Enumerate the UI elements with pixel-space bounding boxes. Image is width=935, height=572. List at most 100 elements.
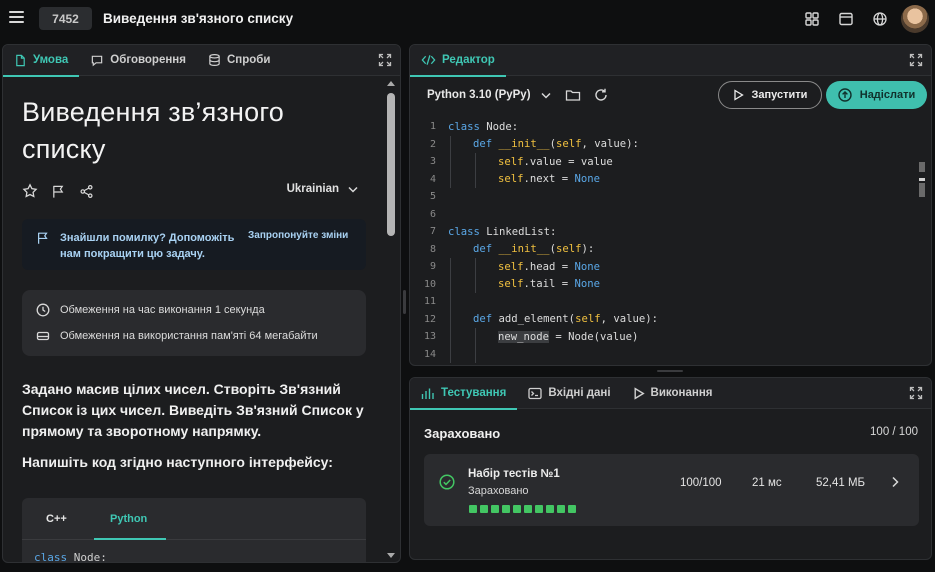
reset-icon[interactable] bbox=[593, 87, 609, 103]
submit-button-label: Надіслати bbox=[859, 89, 916, 101]
code-text: self.value = value bbox=[498, 155, 613, 168]
check-circle-icon bbox=[439, 474, 455, 490]
test-case-indicators bbox=[469, 505, 576, 513]
flag-icon[interactable] bbox=[51, 184, 66, 199]
globe-icon[interactable] bbox=[863, 4, 897, 34]
test-case-passed bbox=[535, 505, 543, 513]
interface-code-box: C++ Python class Node: bbox=[22, 498, 366, 562]
tab-statement[interactable]: Умова bbox=[3, 45, 80, 77]
code-line[interactable]: 13 new_node = Node(value) bbox=[410, 328, 638, 346]
line-number: 14 bbox=[423, 348, 436, 360]
menu-icon[interactable] bbox=[9, 11, 24, 25]
scroll-up-icon[interactable] bbox=[387, 81, 395, 86]
code-text: self.tail = None bbox=[498, 278, 601, 291]
memory-limit-text: Обмеження на використання пам'яті 64 мег… bbox=[60, 330, 318, 342]
user-avatar[interactable] bbox=[901, 5, 929, 33]
line-number: 8 bbox=[429, 243, 436, 255]
tab-execution-label: Виконання bbox=[650, 387, 713, 399]
code-text: def __init__(self, value): bbox=[473, 138, 639, 151]
language-select[interactable]: Ukrainian bbox=[287, 183, 358, 195]
tab-testing[interactable]: Тестування bbox=[410, 378, 518, 410]
test-case-passed bbox=[524, 505, 532, 513]
tab-attempts[interactable]: Спроби bbox=[197, 45, 281, 76]
grid-icon[interactable] bbox=[795, 4, 829, 34]
editor-panel: Редактор Python 3.10 (PyPy) Запустити На… bbox=[409, 44, 932, 366]
code-class-name: Node: bbox=[73, 551, 107, 562]
code-line[interactable]: 7 class LinkedList: bbox=[410, 223, 556, 241]
line-number: 3 bbox=[429, 156, 436, 168]
active-tab-indicator bbox=[94, 538, 166, 540]
code-tab-python[interactable]: Python bbox=[110, 513, 147, 525]
code-line[interactable]: 6 bbox=[410, 206, 448, 224]
expand-icon[interactable] bbox=[909, 386, 923, 400]
play-icon bbox=[634, 386, 645, 400]
doc-icon bbox=[16, 54, 25, 66]
code-line[interactable]: 11 bbox=[410, 293, 448, 311]
test-suite-card[interactable]: Набір тестів №1 Зараховано 100/100 21 мс… bbox=[424, 454, 919, 526]
code-text: class LinkedList: bbox=[448, 225, 557, 238]
horizontal-splitter[interactable] bbox=[657, 370, 683, 372]
code-line[interactable]: 10 self.tail = None bbox=[410, 276, 600, 294]
problem-scrollbar[interactable] bbox=[386, 81, 396, 558]
problem-description: Задано масив цілих чисел. Створіть Зв'яз… bbox=[22, 381, 364, 439]
code-line[interactable]: 5 bbox=[410, 188, 448, 206]
folder-icon[interactable] bbox=[565, 87, 581, 103]
top-icons bbox=[795, 4, 929, 34]
star-icon[interactable] bbox=[22, 183, 38, 199]
indent-guide bbox=[475, 153, 476, 188]
code-line[interactable]: 1 class Node: bbox=[410, 118, 518, 136]
line-number: 4 bbox=[429, 173, 436, 185]
code-line[interactable]: 3 self.value = value bbox=[410, 153, 613, 171]
code-tab-cpp[interactable]: C++ bbox=[46, 513, 67, 525]
task-id-badge: 7452 bbox=[39, 7, 92, 30]
code-line[interactable]: 12 def add_element(self, value): bbox=[410, 311, 658, 329]
tab-discussion[interactable]: Обговорення bbox=[79, 45, 197, 76]
code-line[interactable]: 14 bbox=[410, 346, 448, 364]
scroll-marker bbox=[919, 162, 925, 172]
chart-icon bbox=[421, 388, 434, 399]
chat-icon bbox=[92, 55, 103, 66]
line-number: 5 bbox=[429, 191, 436, 203]
code-line[interactable]: 2 def __init__(self, value): bbox=[410, 136, 639, 154]
window-icon[interactable] bbox=[829, 4, 863, 34]
run-button[interactable]: Запустити bbox=[718, 81, 822, 109]
tab-editor[interactable]: Редактор bbox=[410, 45, 506, 77]
problem-panel: Умова Обговорення Спроби Виведення зв’яз… bbox=[2, 44, 401, 563]
code-text: self.head = None bbox=[498, 260, 601, 273]
code-icon bbox=[421, 55, 436, 65]
limits-box: Обмеження на час виконання 1 секунда Обм… bbox=[22, 290, 366, 356]
chevron-right-icon[interactable] bbox=[891, 476, 899, 488]
scroll-marker bbox=[919, 183, 925, 197]
scroll-down-icon[interactable] bbox=[387, 553, 395, 558]
top-bar: 7452 Виведення зв'язного списку bbox=[0, 0, 935, 38]
code-editor[interactable]: 1 class Node: 2 def __init__(self, value): 3… bbox=[410, 118, 917, 365]
code-line[interactable]: 8 def __init__(self): bbox=[410, 241, 594, 259]
code-text: new_node = Node(value) bbox=[498, 330, 639, 343]
interface-intro: Напишіть код згідно наступного інтерфейс… bbox=[22, 454, 333, 470]
upload-icon bbox=[838, 88, 852, 102]
submit-button[interactable]: Надіслати bbox=[826, 81, 927, 109]
scroll-thumb[interactable] bbox=[387, 93, 395, 236]
tab-execution[interactable]: Виконання bbox=[622, 378, 724, 409]
language-dropdown[interactable]: Python 3.10 (PyPy) bbox=[427, 89, 551, 101]
expand-icon[interactable] bbox=[378, 53, 392, 67]
scroll-marker bbox=[919, 178, 925, 181]
code-line[interactable]: 4 self.next = None bbox=[410, 171, 600, 189]
suite-name: Набір тестів №1 bbox=[468, 468, 560, 480]
editor-scrollbar[interactable] bbox=[919, 118, 929, 365]
code-text: def __init__(self): bbox=[473, 243, 595, 256]
tab-input-data-label: Вхідні дані bbox=[548, 387, 611, 399]
suggest-changes-link[interactable]: Запропонуйте зміни bbox=[248, 230, 348, 241]
vertical-splitter[interactable] bbox=[403, 290, 406, 314]
problem-content: Виведення зв’язного списку Ukrainian Зна… bbox=[3, 77, 384, 562]
code-line[interactable]: 9 self.head = None bbox=[410, 258, 600, 276]
test-case-passed bbox=[568, 505, 576, 513]
line-number: 1 bbox=[429, 121, 436, 133]
test-case-passed bbox=[480, 505, 488, 513]
line-number: 7 bbox=[429, 226, 436, 238]
share-icon[interactable] bbox=[79, 184, 94, 199]
suite-status: Зараховано bbox=[468, 485, 529, 497]
expand-icon[interactable] bbox=[909, 53, 923, 67]
tab-input-data[interactable]: Вхідні дані bbox=[517, 378, 621, 409]
test-case-passed bbox=[491, 505, 499, 513]
